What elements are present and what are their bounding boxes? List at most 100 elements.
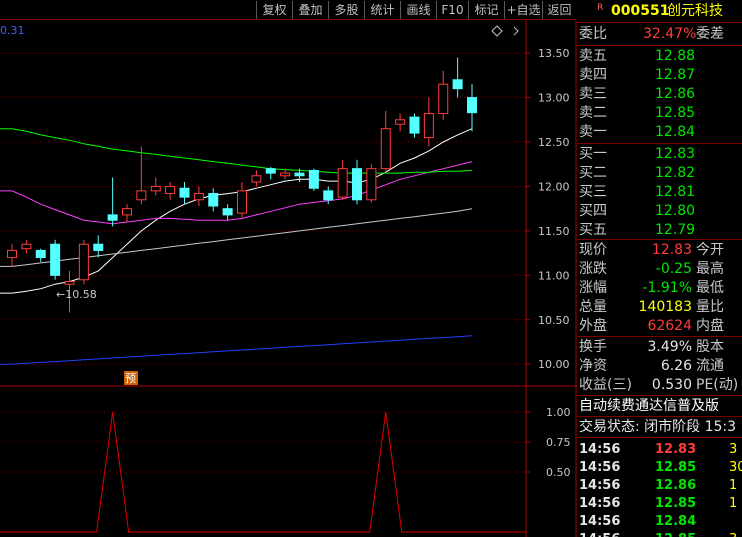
trade-status-text: 交易状态: 闭市阶段 15:3 [579, 419, 737, 435]
tick-time: 14:56 [579, 514, 621, 529]
candle[interactable] [21, 239, 32, 254]
price-tick-label: 13.50 [538, 47, 570, 60]
tick-row: 14:56 12.85 1 [577, 494, 742, 513]
stat2-value: 0.530 [651, 377, 692, 393]
promo-banner[interactable]: 自动续费通达信普及版 [577, 397, 742, 416]
candle[interactable] [7, 244, 17, 267]
toolbar-button-6[interactable]: 标记 [468, 1, 504, 19]
panel-separator [577, 143, 742, 144]
price-tick-label: 10.00 [538, 358, 570, 371]
stat2-label: 净资 [579, 358, 607, 374]
candle[interactable] [352, 159, 362, 205]
stat-value: 62624 [647, 318, 692, 334]
candle[interactable] [467, 84, 477, 132]
sell-price: 12.85 [655, 105, 696, 121]
candle[interactable] [423, 97, 434, 147]
tick-row: 14:56 12.85 30 [577, 458, 742, 477]
ma-line-0 [0, 128, 473, 294]
stat-label: 现价 [579, 242, 607, 258]
candle[interactable] [366, 164, 377, 203]
candle[interactable] [409, 113, 420, 138]
candle[interactable] [265, 166, 276, 180]
buy-level-3: 买四 12.80 [577, 202, 742, 221]
tick-price: 12.86 [655, 478, 697, 493]
candle[interactable] [438, 70, 449, 120]
candle[interactable] [395, 113, 406, 132]
candle[interactable] [78, 239, 89, 285]
r-mark: R [597, 3, 604, 13]
price-tick-label: 13.00 [538, 92, 570, 105]
forecast-marker-label: 预 [125, 372, 136, 385]
tick-price: 12.83 [655, 442, 697, 457]
toolbar-button-2[interactable]: 多股 [328, 1, 364, 19]
candle[interactable] [308, 168, 319, 191]
toolbar-button-5[interactable]: F10 [436, 1, 468, 19]
diamond-icon[interactable] [491, 25, 503, 37]
buy-level-2: 买三 12.81 [577, 183, 742, 202]
candle[interactable] [35, 248, 46, 262]
sell-label: 卖二 [579, 105, 607, 121]
stat-label2: 最高 [696, 261, 724, 277]
stat-label: 涨幅 [579, 280, 607, 296]
stat-label: 外盘 [579, 318, 607, 334]
tick-row: 14:56 12.84 [577, 512, 742, 531]
candle[interactable] [122, 204, 132, 222]
stat-row-2: 涨幅 -1.91% 最低 [577, 279, 742, 298]
toolbar-button-3[interactable]: 统计 [364, 1, 400, 19]
candle[interactable] [136, 146, 147, 205]
toolbar-button-1[interactable]: 叠加 [292, 1, 328, 19]
trade-status: 交易状态: 闭市阶段 15:3 [577, 418, 742, 437]
candle[interactable] [208, 188, 219, 212]
toolbar-button-0[interactable]: 复权 [256, 1, 292, 19]
candle[interactable] [337, 159, 348, 200]
buy-price: 12.83 [655, 146, 696, 162]
toolbar-button-4[interactable]: 画线 [400, 1, 436, 19]
panel-separator [577, 45, 742, 46]
stat2-label: 收益(三) [579, 377, 632, 393]
candle[interactable] [380, 110, 391, 174]
candle[interactable] [165, 182, 176, 200]
tick-volume: 30 [729, 460, 742, 475]
toolbar-button-8[interactable]: 返回 [542, 1, 576, 19]
tick-row: 14:56 12.86 1 [577, 476, 742, 495]
stat-value: 140183 [638, 299, 692, 315]
indicator-tick-label: 0.50 [546, 466, 571, 479]
tick-volume: 1 [729, 496, 738, 511]
buy-level-1: 买二 12.82 [577, 164, 742, 183]
buy-label: 买三 [579, 184, 607, 200]
sell-price: 12.84 [655, 124, 696, 140]
tick-time: 14:56 [579, 442, 621, 457]
tick-price: 12.85 [655, 496, 697, 511]
buy-price: 12.79 [655, 222, 696, 238]
toolbar-button-7[interactable]: +自选 [504, 1, 542, 19]
tick-volume: 1 [729, 478, 738, 493]
buy-label: 买五 [579, 222, 607, 238]
panel-separator [577, 336, 742, 337]
candle[interactable] [150, 177, 161, 196]
kline-chart[interactable]: 0.31 13.50 13.00 12.50 12.00 11.50 11.00 10.50… [0, 20, 577, 537]
candle[interactable] [193, 186, 204, 206]
candle[interactable] [93, 235, 104, 258]
candle[interactable] [50, 239, 61, 280]
stat-value: -1.91% [642, 280, 692, 296]
price-tick-label: 12.50 [538, 136, 570, 149]
sell-price: 12.86 [655, 86, 696, 102]
ma-line-4 [0, 335, 473, 365]
candle[interactable] [222, 204, 233, 221]
sell-level-2: 卖三 12.86 [577, 85, 742, 104]
price-tick-label: 10.50 [538, 314, 570, 327]
forecast-marker[interactable]: 预 [124, 371, 138, 385]
candle[interactable] [179, 182, 190, 205]
buy-label: 买二 [579, 165, 607, 181]
candle[interactable] [452, 57, 463, 98]
stat-label: 总量 [579, 299, 607, 315]
price-tick-label: 11.00 [538, 269, 570, 282]
stat2-row-1: 净资 6.26 流通 [577, 357, 742, 376]
sell-level-4: 卖一 12.84 [577, 123, 742, 142]
stat2-value: 6.26 [660, 358, 692, 374]
candle[interactable] [251, 170, 262, 187]
candle[interactable] [237, 182, 247, 218]
candle[interactable] [107, 177, 118, 227]
panel-separator [577, 416, 742, 417]
chevron-right-icon[interactable] [513, 26, 519, 36]
